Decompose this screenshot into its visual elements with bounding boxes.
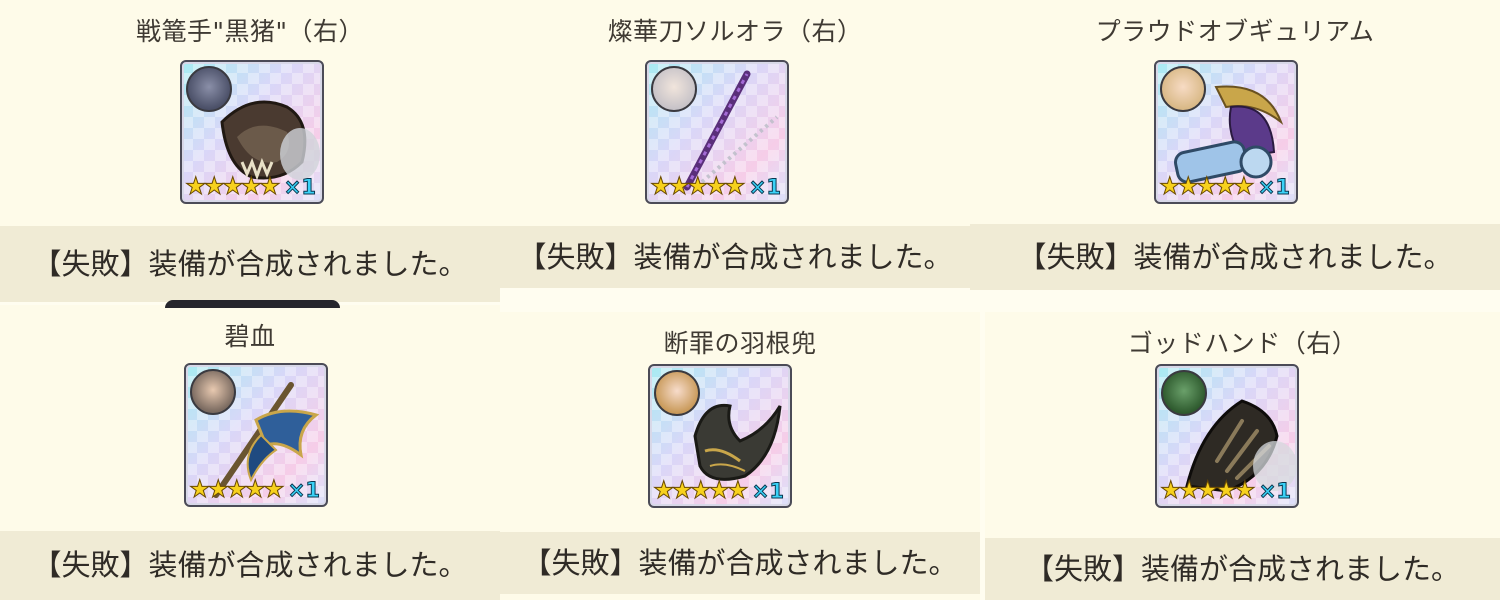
result-message: 【失敗】装備が合成されました。 [500,532,980,594]
equipment-name: 碧血 [224,322,276,351]
result-panel-2: 燦華刀ソルオラ（右） ★★★★★ ×1 【失敗】装備が合成されました。 [500,0,970,288]
result-panel-6: ゴッドハンド（右） ★★★★★ ×1 【失敗】装備が合成されました。 [985,312,1500,600]
quantity-label: ×1 [751,479,784,504]
rarity-stars: ★★★★★ [653,476,750,504]
result-panel-3: プラウドオブギュリアム ★★★★★ ×1 【失敗】装備が合成されました。 [970,0,1500,290]
character-portrait-icon [1160,66,1206,112]
result-message: 【失敗】装備が合成されました。 [970,224,1500,290]
equipment-name: プラウドオブギュリアム [1095,17,1375,46]
result-message: 【失敗】装備が合成されました。 [0,226,500,302]
result-panel-4: 碧血 ★★★★★ ×1 【失敗】装備が合成されました。 [0,305,500,600]
quantity-label: ×1 [287,478,320,503]
quantity-label: ×1 [283,175,316,200]
result-message: 【失敗】装備が合成されました。 [500,226,970,288]
quantity-label: ×1 [1258,479,1291,504]
rarity-stars: ★★★★★ [650,172,747,200]
equipment-card[interactable]: ★★★★★ ×1 [645,60,789,204]
character-portrait-icon [186,66,232,112]
equipment-card[interactable]: ★★★★★ ×1 [1154,60,1298,204]
tab-edge [165,300,340,308]
equipment-card[interactable]: ★★★★★ ×1 [648,364,792,508]
rarity-stars: ★★★★★ [1160,476,1257,504]
quantity-label: ×1 [1257,175,1290,200]
result-message: 【失敗】装備が合成されました。 [0,531,500,600]
equipment-name: 戦篭手"黒猪"（右） [136,17,364,46]
equipment-name: 燦華刀ソルオラ（右） [607,17,863,46]
equipment-card[interactable]: ★★★★★ ×1 [184,363,328,507]
result-panel-5: 断罪の羽根兜 ★★★★★ ×1 【失敗】装備が合成されました。 [500,312,980,600]
equipment-name: ゴッドハンド（右） [1127,329,1358,358]
result-panel-1: 戦篭手"黒猪"（右） ★★★★★ ×1 【失敗】装備が合成されました。 [0,0,500,302]
character-portrait-icon [651,66,697,112]
equipment-card[interactable]: ★★★★★ ×1 [1155,364,1299,508]
character-portrait-icon [190,369,236,415]
equipment-card[interactable]: ★★★★★ ×1 [180,60,324,204]
character-portrait-icon [654,370,700,416]
rarity-stars: ★★★★★ [1159,172,1256,200]
rarity-stars: ★★★★★ [185,172,282,200]
equipment-name: 断罪の羽根兜 [663,329,817,358]
rarity-stars: ★★★★★ [189,475,286,503]
character-portrait-icon [1161,370,1207,416]
quantity-label: ×1 [748,175,781,200]
result-message: 【失敗】装備が合成されました。 [985,538,1500,600]
